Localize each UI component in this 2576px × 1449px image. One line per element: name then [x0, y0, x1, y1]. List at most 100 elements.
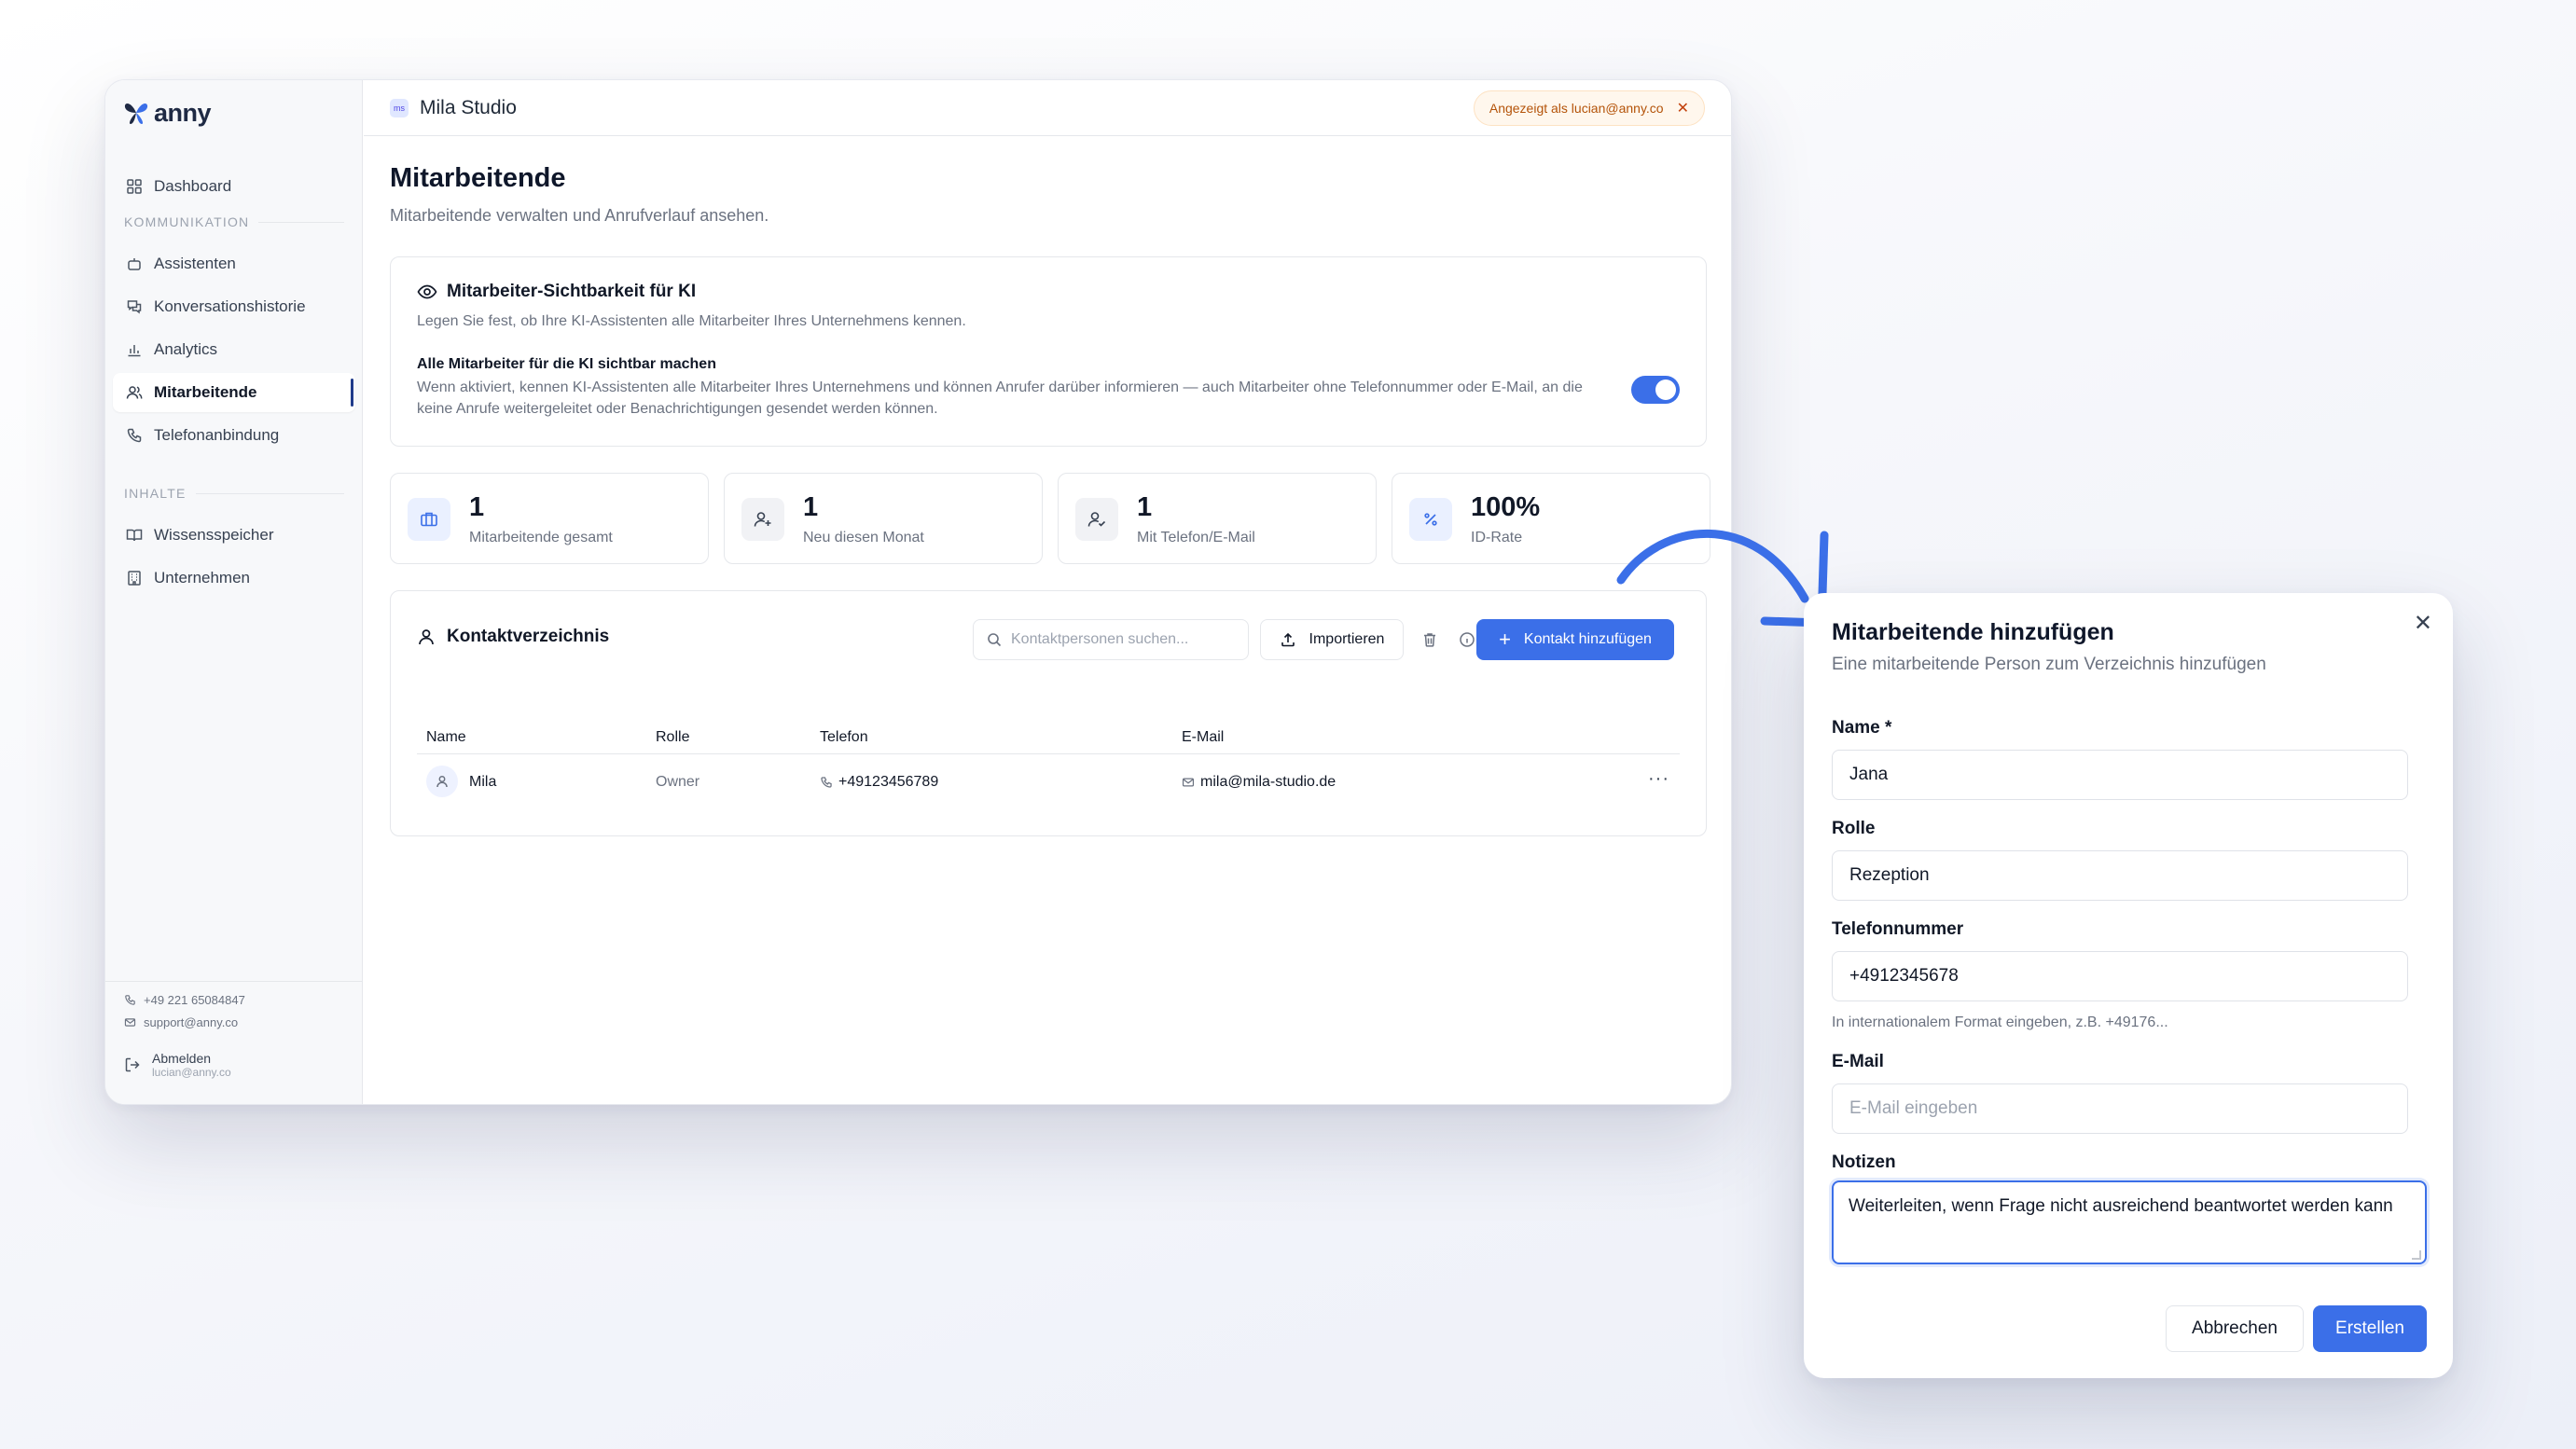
stat-label: Neu diesen Monat: [803, 530, 924, 545]
section-label-inhalte: INHALTE: [124, 486, 344, 501]
plus-icon: +: [1499, 628, 1511, 651]
sidebar-item-label: Assistenten: [154, 255, 236, 272]
stat-label: ID-Rate: [1471, 530, 1523, 545]
sidebar-item-analytics[interactable]: Analytics: [113, 330, 355, 369]
table-divider: [417, 753, 1680, 754]
row-more-button[interactable]: ···: [1648, 768, 1669, 790]
close-icon[interactable]: ✕: [1677, 99, 1689, 117]
column-header-phone[interactable]: Telefon: [820, 729, 868, 746]
sidebar: anny Dashboard KOMMUNIKATION Assistenten…: [105, 80, 363, 1104]
logout-label: Abmelden: [152, 1051, 212, 1066]
delete-button[interactable]: [1419, 628, 1441, 651]
app-window: anny Dashboard KOMMUNIKATION Assistenten…: [104, 79, 1732, 1105]
page-title: Mitarbeitende: [390, 163, 566, 193]
name-label: Name *: [1832, 718, 1892, 738]
topbar: ms Mila Studio Angezeigt als lucian@anny…: [364, 80, 1731, 136]
dialog-title: Mitarbeitende hinzufügen: [1832, 619, 2114, 645]
stat-label: Mit Telefon/E-Mail: [1137, 530, 1255, 545]
info-button[interactable]: [1456, 628, 1478, 651]
sidebar-item-mitarbeitende[interactable]: Mitarbeitende: [113, 373, 355, 412]
phone-hint: In internationalem Format eingeben, z.B.…: [1832, 1014, 2168, 1030]
contact-directory-card: Kontaktverzeichnis Kontaktpersonen suche…: [390, 590, 1707, 836]
visibility-option-title: Alle Mitarbeiter für die KI sichtbar mac…: [417, 356, 716, 372]
user-icon: [436, 776, 448, 788]
search-placeholder: Kontaktpersonen suchen...: [1011, 631, 1189, 647]
support-email[interactable]: support@anny.co: [124, 1015, 238, 1029]
import-button[interactable]: Importieren: [1260, 619, 1404, 660]
stat-card-total: 1 Mitarbeitende gesamt: [390, 473, 709, 564]
trash-icon: [1424, 633, 1435, 647]
stat-value: 1: [803, 492, 819, 522]
chat-bubbles-icon: [127, 300, 142, 314]
column-header-role[interactable]: Rolle: [656, 729, 689, 746]
sidebar-item-dashboard[interactable]: Dashboard: [113, 167, 355, 206]
sidebar-item-label: Konversationshistorie: [154, 297, 306, 315]
upload-icon: [1281, 632, 1295, 647]
grid-icon: [127, 179, 142, 194]
logout-button[interactable]: Abmelden lucian@anny.co: [124, 1051, 231, 1079]
cell-phone: +49123456789: [820, 774, 938, 791]
sidebar-item-wissensspeicher[interactable]: Wissensspeicher: [113, 516, 355, 555]
sidebar-item-assistenten[interactable]: Assistenten: [113, 244, 355, 283]
visibility-title: Mitarbeiter-Sichtbarkeit für KI: [417, 282, 696, 302]
name-input[interactable]: Jana: [1832, 750, 2408, 800]
phone-label: Telefonnummer: [1832, 919, 1964, 939]
column-header-email[interactable]: E-Mail: [1182, 729, 1224, 746]
close-icon[interactable]: ✕: [2414, 610, 2432, 637]
briefcase-icon: [421, 512, 437, 527]
stat-label: Mitarbeitende gesamt: [469, 530, 613, 545]
role-input[interactable]: Rezeption: [1832, 850, 2408, 901]
sidebar-item-konversationshistorie[interactable]: Konversationshistorie: [113, 287, 355, 326]
stat-value: 100%: [1471, 492, 1541, 522]
section-label-kommunikation: KOMMUNIKATION: [124, 214, 344, 229]
phone-icon: [125, 995, 135, 1005]
visibility-toggle[interactable]: [1631, 376, 1680, 404]
role-label: Rolle: [1832, 819, 1876, 838]
sidebar-item-unternehmen[interactable]: Unternehmen: [113, 559, 355, 598]
sidebar-item-label: Dashboard: [154, 177, 232, 195]
avatar: [426, 766, 458, 797]
create-button[interactable]: Erstellen: [2313, 1305, 2427, 1352]
bot-icon: [128, 258, 141, 270]
email-input[interactable]: E-Mail eingeben: [1832, 1083, 2408, 1134]
mail-icon: [124, 1018, 136, 1027]
book-open-icon: [126, 529, 143, 542]
user-check-icon: [1087, 512, 1106, 527]
building-icon: [128, 571, 141, 586]
cell-role: Owner: [656, 774, 700, 790]
visibility-description: Legen Sie fest, ob Ihre KI-Assistenten a…: [417, 313, 966, 329]
sidebar-item-label: Wissensspeicher: [154, 526, 274, 544]
phone-icon: [821, 777, 832, 788]
support-phone[interactable]: +49 221 65084847: [124, 993, 245, 1007]
column-header-name[interactable]: Name: [426, 729, 466, 746]
email-label: E-Mail: [1832, 1052, 1884, 1071]
logo-text: anny: [154, 98, 212, 127]
percent-icon: [1424, 513, 1437, 526]
studio-switcher[interactable]: ms Mila Studio: [390, 97, 517, 119]
stat-value: 1: [1137, 492, 1153, 522]
notes-textarea[interactable]: Weiterleiten, wenn Frage nicht ausreiche…: [1832, 1180, 2427, 1264]
cancel-button[interactable]: Abbrechen: [2166, 1305, 2304, 1352]
visibility-card: Mitarbeiter-Sichtbarkeit für KI Legen Si…: [390, 256, 1707, 447]
add-employee-dialog: ✕ Mitarbeitende hinzufügen Eine mitarbei…: [1804, 593, 2453, 1378]
mail-icon: [1182, 778, 1195, 787]
resize-handle[interactable]: [2412, 1250, 2421, 1260]
stat-value: 1: [469, 492, 485, 522]
impersonation-badge: Angezeigt als lucian@anny.co ✕: [1473, 90, 1705, 126]
bar-chart-icon: [128, 345, 141, 357]
page-subtitle: Mitarbeitende verwalten und Anrufverlauf…: [390, 206, 769, 225]
contact-directory-title: Kontaktverzeichnis: [417, 627, 609, 647]
user-icon: [419, 629, 434, 645]
sidebar-item-telefonanbindung[interactable]: Telefonanbindung: [113, 416, 355, 455]
user-plus-icon: [754, 512, 771, 527]
contact-search-input[interactable]: Kontaktpersonen suchen...: [973, 619, 1249, 660]
studio-avatar: ms: [390, 98, 409, 117]
logo[interactable]: anny: [122, 91, 212, 134]
phone-input[interactable]: +4912345678: [1832, 951, 2408, 1001]
users-icon: [126, 386, 143, 399]
main-content: Mitarbeitende Mitarbeitende verwalten un…: [364, 137, 1731, 1104]
sidebar-footer: +49 221 65084847 support@anny.co Abmelde…: [105, 981, 362, 1104]
sidebar-item-label: Unternehmen: [154, 569, 251, 586]
notes-label: Notizen: [1832, 1152, 1896, 1172]
phone-icon: [127, 428, 142, 443]
